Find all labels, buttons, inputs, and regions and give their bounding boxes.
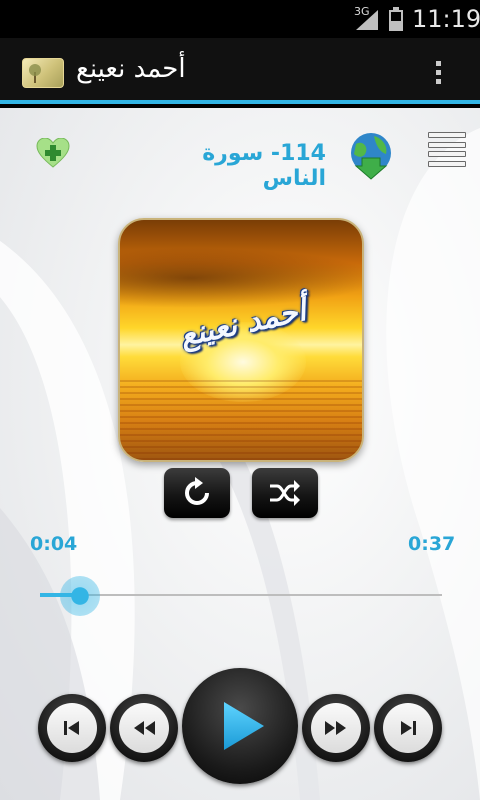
repeat-icon bbox=[185, 477, 209, 505]
album-cover: أحمد نعينع bbox=[118, 218, 364, 462]
shuffle-icon bbox=[270, 480, 300, 506]
elapsed-time: 0:04 bbox=[30, 533, 78, 555]
repeat-button[interactable] bbox=[164, 468, 230, 518]
total-time: 0:37 bbox=[408, 533, 456, 555]
skip-previous-icon bbox=[64, 721, 79, 735]
shuffle-button[interactable] bbox=[252, 468, 318, 518]
play-button[interactable] bbox=[182, 668, 298, 784]
seek-track[interactable] bbox=[40, 594, 442, 596]
play-icon bbox=[224, 702, 264, 750]
globe-download-icon[interactable] bbox=[348, 132, 394, 180]
heart-plus-icon[interactable] bbox=[36, 138, 70, 168]
rewind-button[interactable] bbox=[110, 694, 178, 762]
previous-button[interactable] bbox=[38, 694, 106, 762]
tree-landscape-icon[interactable] bbox=[22, 58, 64, 88]
track-title: 114- سورة الناس bbox=[202, 141, 326, 191]
battery-icon bbox=[389, 7, 403, 31]
next-button[interactable] bbox=[374, 694, 442, 762]
action-bar: أحمد نعينع bbox=[0, 38, 480, 104]
seek-thumb[interactable] bbox=[60, 576, 100, 616]
seek-bar[interactable] bbox=[40, 576, 442, 616]
fast-forward-button[interactable] bbox=[302, 694, 370, 762]
overflow-menu-icon[interactable] bbox=[428, 58, 448, 90]
signal-icon bbox=[356, 10, 378, 30]
app-title: أحمد نعينع bbox=[76, 54, 186, 84]
skip-next-icon bbox=[401, 721, 416, 735]
list-icon[interactable] bbox=[428, 132, 468, 178]
player-screen: 114- سورة الناس أحمد نعينع 0:04 0:37 bbox=[0, 108, 480, 800]
clock: 11:19 bbox=[412, 5, 480, 33]
rewind-icon bbox=[134, 721, 155, 735]
fast-forward-icon bbox=[325, 721, 346, 735]
status-bar: 3G 11:19 bbox=[0, 0, 480, 38]
